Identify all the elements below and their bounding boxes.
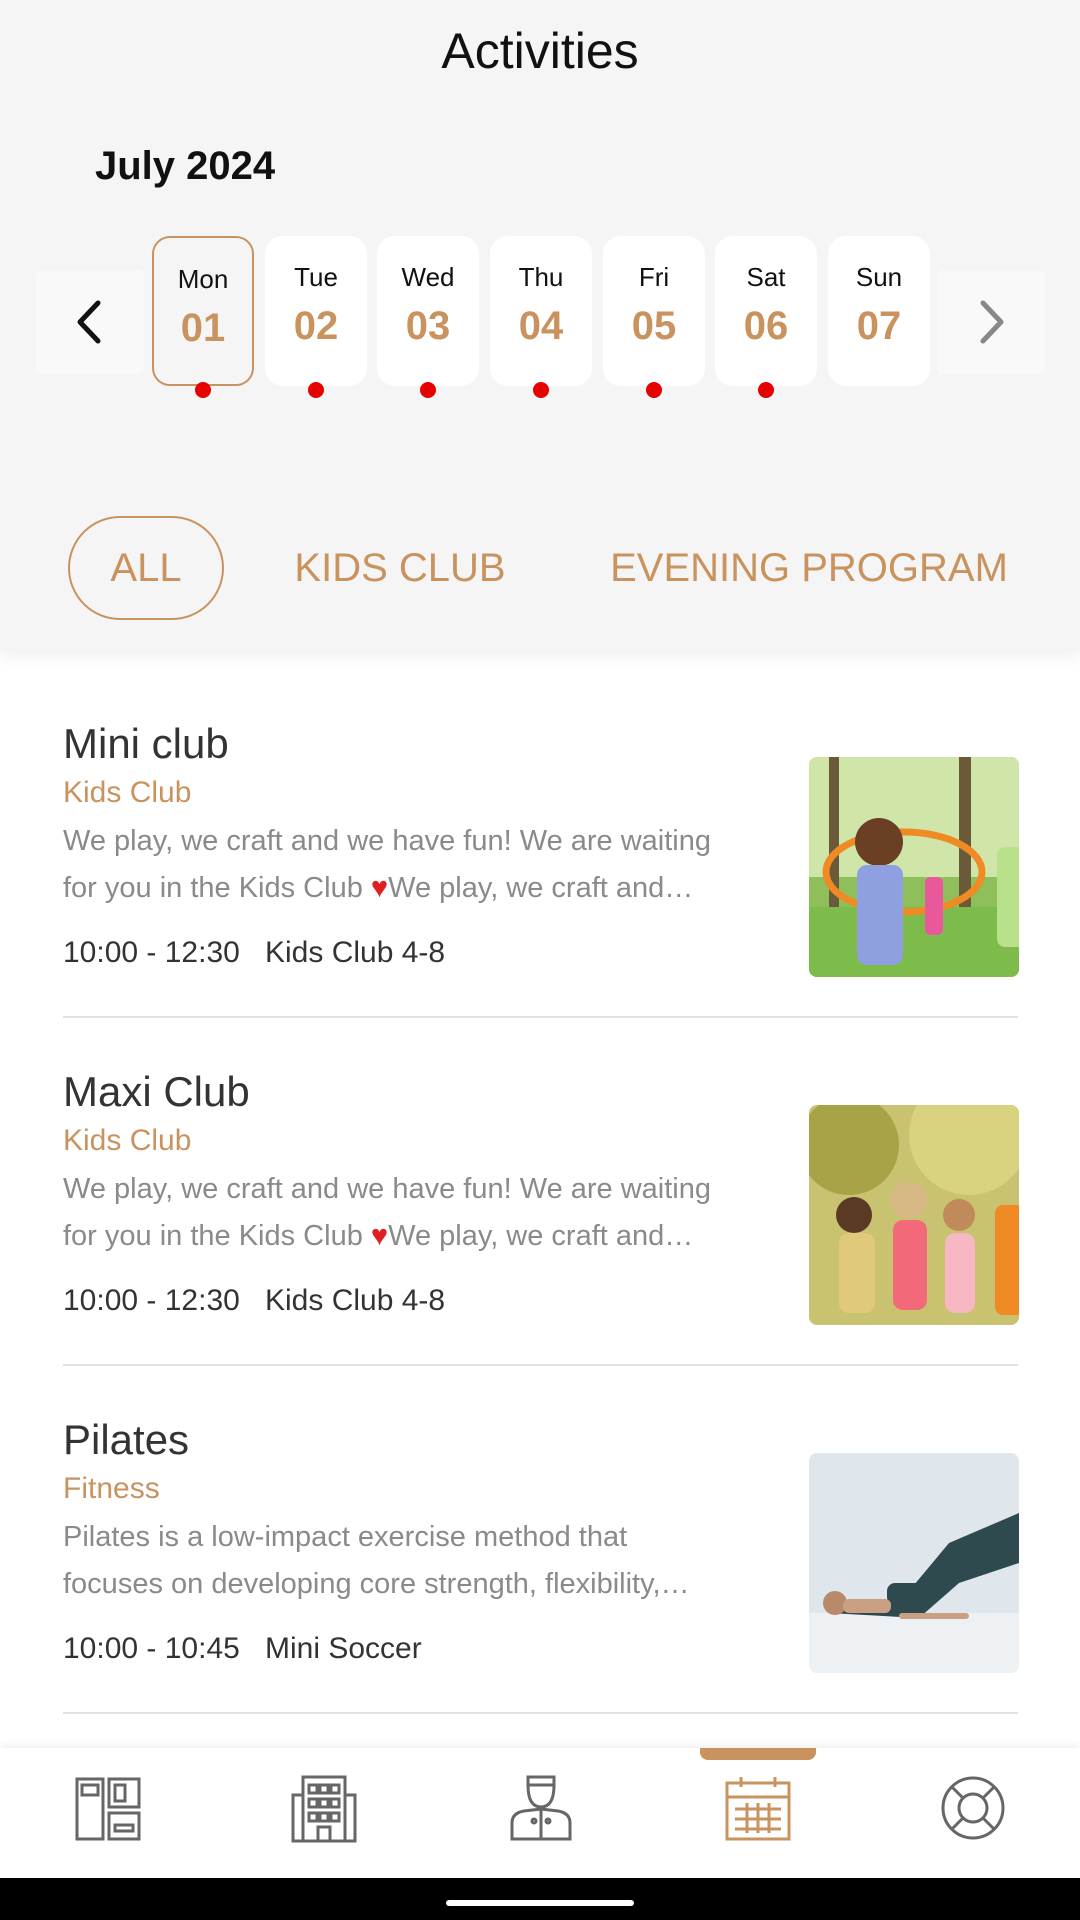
next-week-button[interactable] xyxy=(937,270,1045,374)
tab-calendar[interactable] xyxy=(716,1766,800,1850)
activity-location: Kids Club 4-8 xyxy=(265,936,446,969)
event-dot xyxy=(533,382,549,398)
activity-time: 10:00 - 12:30 xyxy=(63,936,240,969)
filter-evening-program[interactable]: EVENING PROGRAM xyxy=(604,516,1014,620)
divider xyxy=(63,1364,1018,1366)
previous-week-button[interactable] xyxy=(36,270,144,374)
event-dot xyxy=(420,382,436,398)
day-mon[interactable]: Mon 01 xyxy=(152,236,254,386)
activity-image xyxy=(809,1105,1019,1325)
bottom-tab-bar xyxy=(0,1748,1080,1878)
activity-image xyxy=(809,1453,1019,1673)
day-tue[interactable]: Tue 02 xyxy=(265,236,367,386)
activity-time: 10:00 - 12:30 xyxy=(63,1284,240,1317)
activity-item-pilates[interactable]: Pilates Fitness Pilates is a low-impact … xyxy=(63,1416,1019,1764)
active-tab-indicator xyxy=(700,1748,816,1760)
heart-icon: ♥ xyxy=(370,1220,389,1252)
lifebuoy-icon xyxy=(941,1776,1005,1840)
system-navigation-bar xyxy=(0,1878,1080,1920)
activity-item-maxi-club[interactable]: Maxi Club Kids Club We play, we craft an… xyxy=(63,1068,1019,1416)
activity-location: Kids Club 4-8 xyxy=(265,1284,446,1317)
activity-description: We play, we craft and we have fun! We ar… xyxy=(63,825,711,904)
filter-all[interactable]: ALL xyxy=(68,516,224,620)
activity-category: Kids Club xyxy=(63,1124,192,1157)
month-label: July 2024 xyxy=(95,144,276,188)
day-wed[interactable]: Wed 03 xyxy=(377,236,479,386)
activity-category: Kids Club xyxy=(63,776,192,809)
filter-kids-club[interactable]: KIDS CLUB xyxy=(286,516,514,620)
activity-item-mini-club[interactable]: Mini club Kids Club We play, we craft an… xyxy=(63,720,1019,1068)
tab-concierge[interactable] xyxy=(499,1766,583,1850)
home-indicator[interactable] xyxy=(446,1900,634,1906)
day-sun[interactable]: Sun 07 xyxy=(828,236,930,386)
page-title: Activities xyxy=(441,23,639,79)
activity-name: Mini club xyxy=(63,720,229,767)
tab-hotel[interactable] xyxy=(282,1766,366,1850)
activity-description: Pilates is a low-impact exercise method … xyxy=(63,1521,690,1600)
activity-category: Fitness xyxy=(63,1472,160,1505)
heart-icon: ♥ xyxy=(370,872,389,904)
chevron-left-icon xyxy=(77,300,101,344)
day-sat[interactable]: Sat 06 xyxy=(715,236,817,386)
header-panel: Activities July 2024 Mon 01 Tue 02 Wed 0… xyxy=(0,0,1080,651)
event-dot xyxy=(308,382,324,398)
event-dot xyxy=(646,382,662,398)
hotel-icon xyxy=(291,1775,357,1843)
activity-image xyxy=(809,757,1019,977)
event-dot xyxy=(195,382,211,398)
dashboard-icon xyxy=(75,1777,141,1841)
activity-time: 10:00 - 10:45 xyxy=(63,1632,240,1665)
divider xyxy=(63,1712,1018,1714)
activity-description: We play, we craft and we have fun! We ar… xyxy=(63,1173,711,1252)
day-fri[interactable]: Fri 05 xyxy=(603,236,705,386)
tab-dashboard[interactable] xyxy=(66,1766,150,1850)
day-thu[interactable]: Thu 04 xyxy=(490,236,592,386)
chevron-right-icon xyxy=(980,300,1004,344)
activity-location: Mini Soccer xyxy=(265,1632,422,1665)
tab-help[interactable] xyxy=(931,1766,1015,1850)
divider xyxy=(63,1016,1018,1018)
concierge-icon xyxy=(510,1775,572,1841)
activity-name: Pilates xyxy=(63,1416,190,1463)
event-dot xyxy=(758,382,774,398)
calendar-icon xyxy=(725,1777,791,1841)
activity-name: Maxi Club xyxy=(63,1068,250,1115)
